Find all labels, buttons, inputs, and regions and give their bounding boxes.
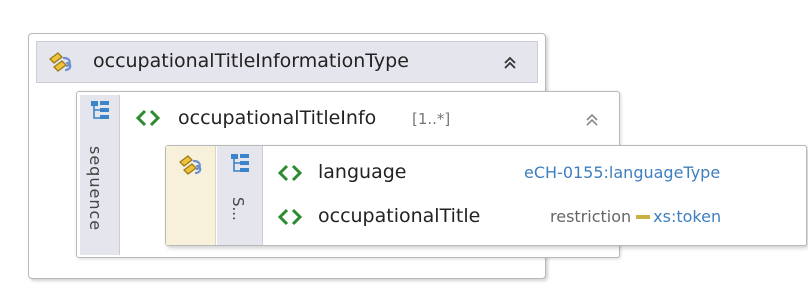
element-name[interactable]: occupationalTitleInfo [178, 107, 376, 129]
element-icon [278, 164, 303, 182]
restriction-keyword: restriction [550, 207, 632, 226]
child-element-type[interactable]: eCH-0155:languageType [524, 163, 720, 182]
inner-sequence-label: S... [229, 197, 247, 221]
element-icon [136, 109, 161, 127]
child-element-row[interactable]: language eCH-0155:languageType [264, 153, 804, 193]
child-element-row[interactable]: occupationalTitle restriction xs:token [264, 197, 804, 241]
restriction-bar-icon [636, 214, 651, 219]
complex-type-icon [49, 52, 72, 72]
child-element-name: language [318, 161, 407, 183]
sequence-icon [231, 154, 249, 172]
collapse-chevron-icon[interactable] [584, 111, 600, 127]
element-icon [278, 208, 303, 226]
child-element-name: occupationalTitle [318, 205, 481, 227]
complex-type-name: occupationalTitleInformationType [93, 50, 409, 72]
sequence-icon [91, 101, 109, 119]
complex-type-icon [179, 155, 202, 175]
sequence-label: sequence [86, 146, 105, 232]
restriction-base-type[interactable]: xs:token [653, 207, 721, 226]
child-element-restriction: restriction xs:token [550, 207, 721, 226]
collapse-chevron-icon[interactable] [502, 54, 518, 70]
element-cardinality: [1..*] [412, 110, 451, 128]
